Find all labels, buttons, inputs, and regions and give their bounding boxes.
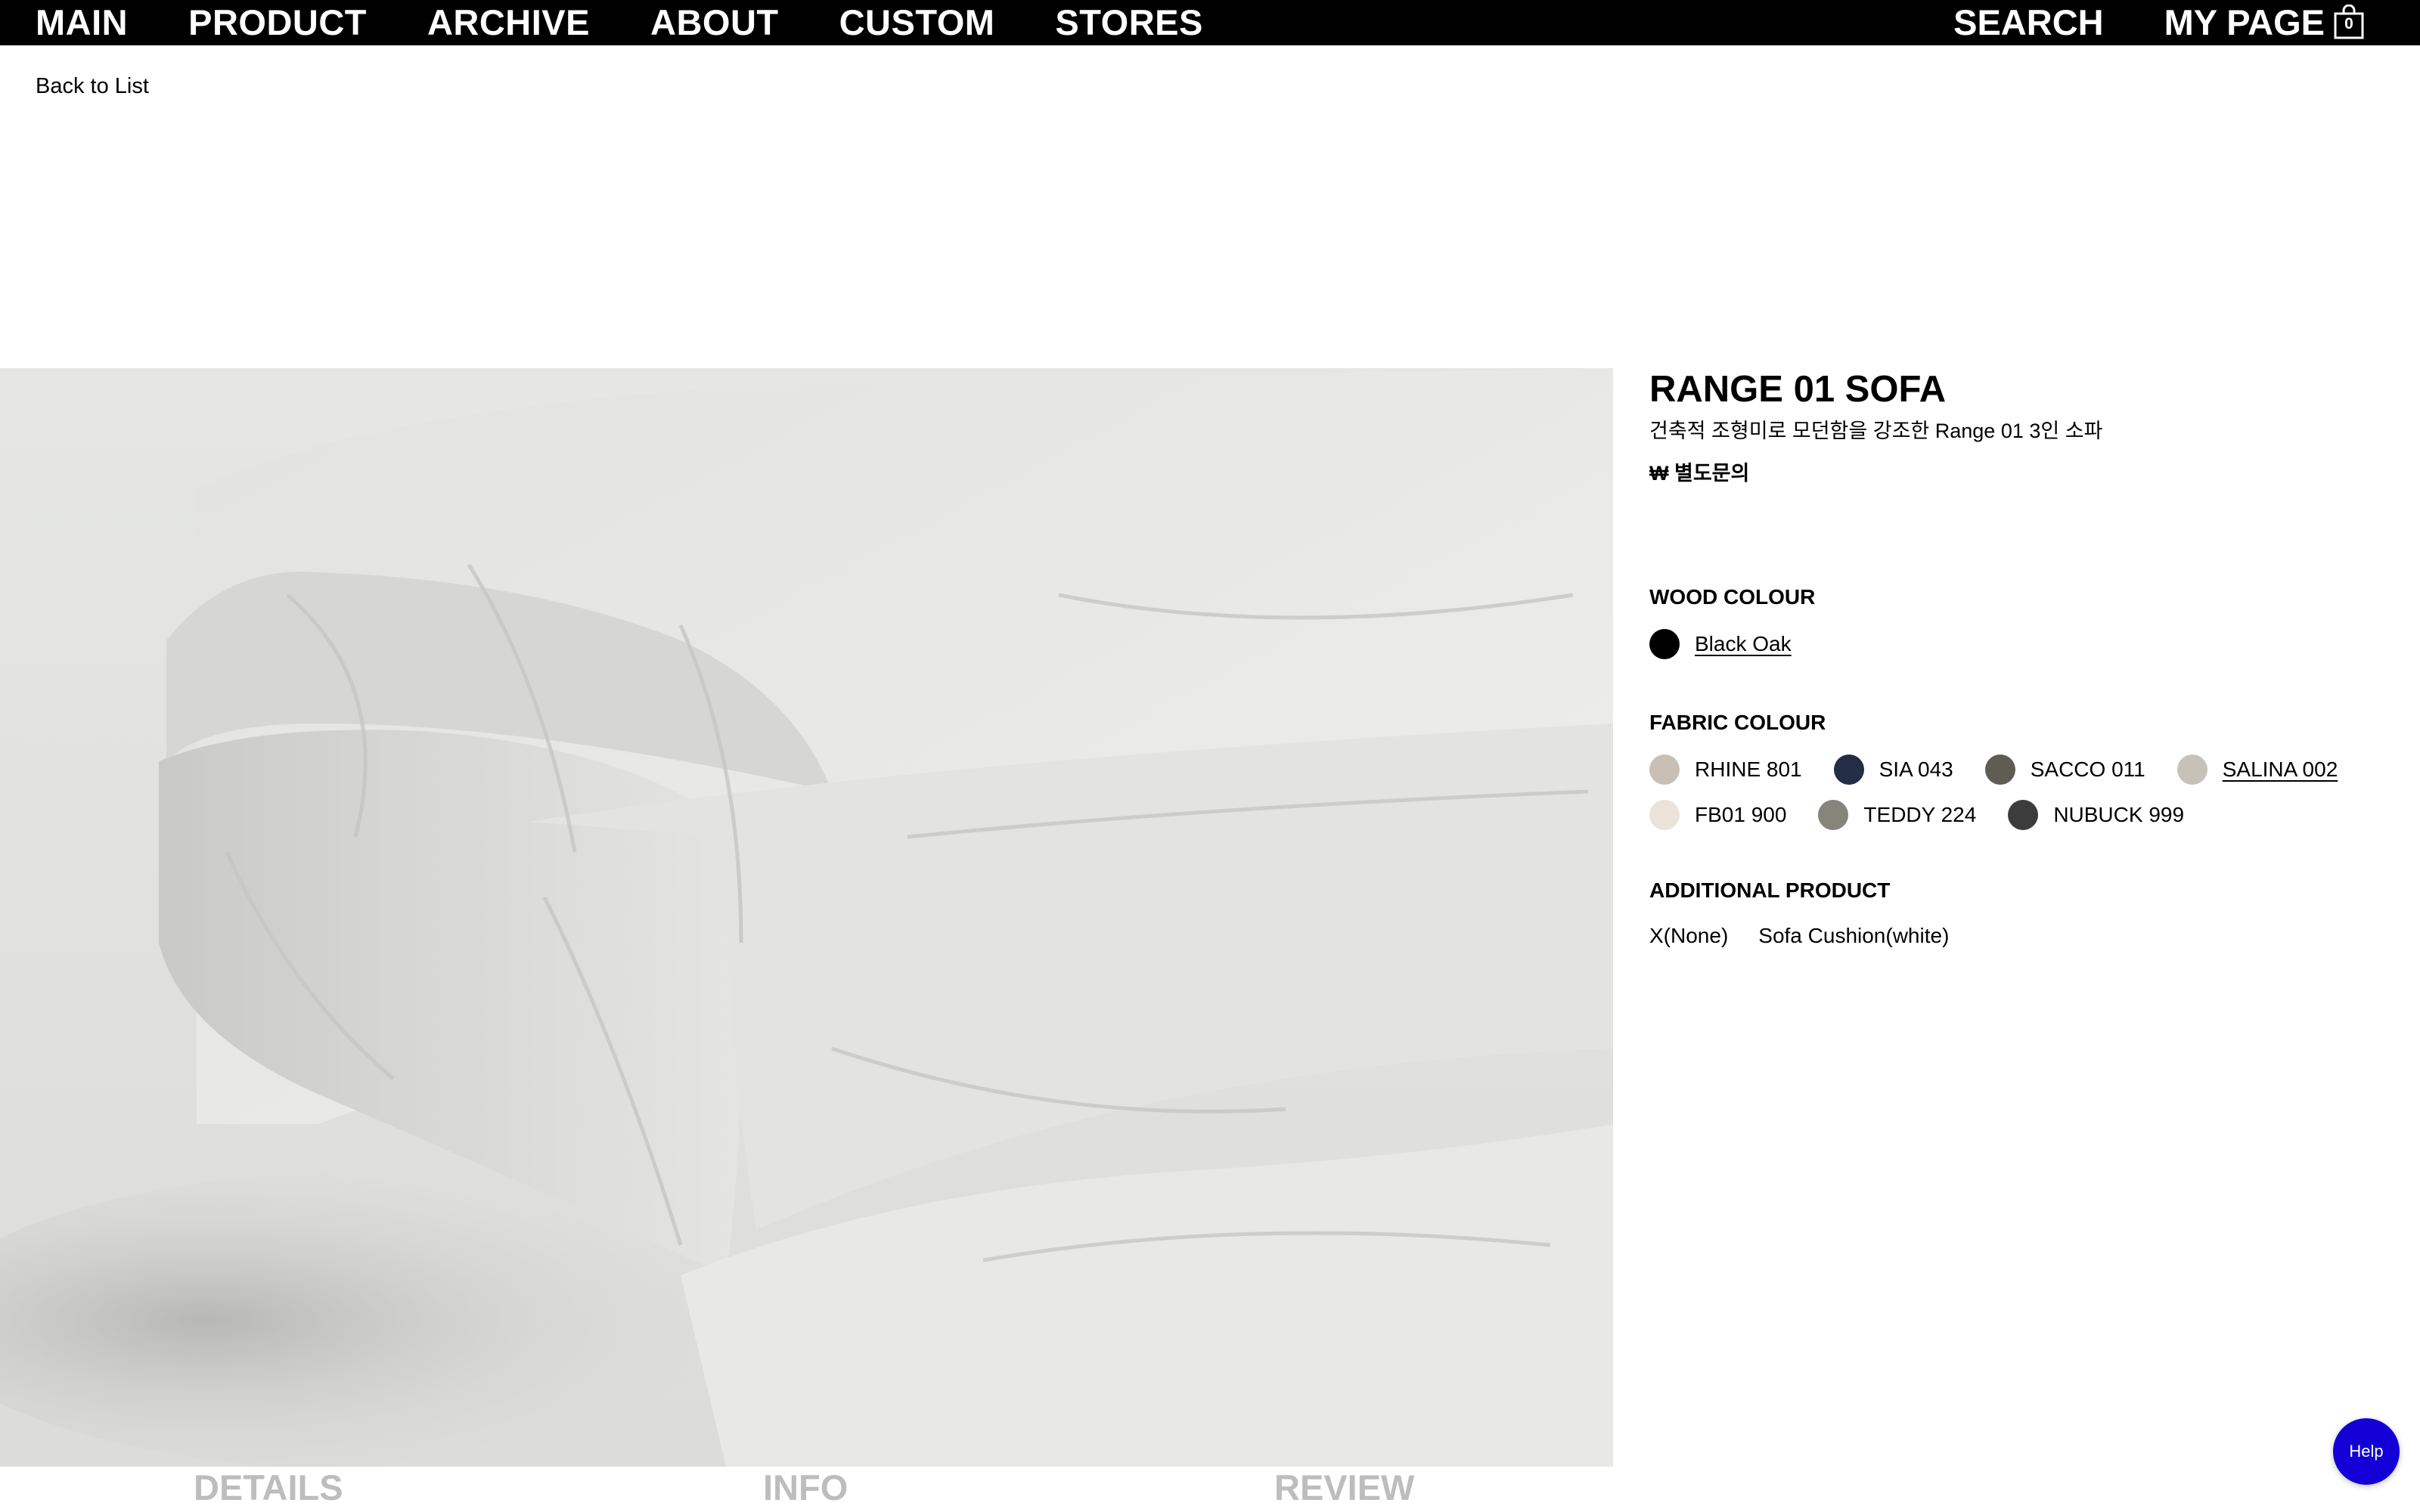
nav-my-page[interactable]: MY PAGE <box>2164 0 2325 45</box>
fabric-option-sia-043[interactable]: SIA 043 <box>1833 754 1953 785</box>
swatch-nubuck-999 <box>2008 800 2039 830</box>
fabric-option-nubuck-999[interactable]: NUBUCK 999 <box>2008 800 2184 830</box>
addon-none[interactable]: X(None) <box>1649 921 1728 951</box>
product-info-panel: RANGE 01 SOFA 건축적 조형미로 모던함을 강조한 Range 01… <box>1649 368 2375 952</box>
swatch-teddy-224 <box>1818 800 1849 830</box>
swatch-salina-002 <box>2176 754 2207 785</box>
cart-count-badge: 0 <box>2344 15 2353 33</box>
fabric-option-fb01-900[interactable]: FB01 900 <box>1649 800 1786 830</box>
fabric-option-rhine-801[interactable]: RHINE 801 <box>1649 754 1802 785</box>
swatch-label: Black Oak <box>1695 632 1792 655</box>
fabric-option-salina-002[interactable]: SALINA 002 <box>2176 754 2338 785</box>
nav-main[interactable]: MAIN <box>36 0 128 45</box>
product-price: ₩ 별도문의 <box>1649 462 1750 485</box>
product-subtitle: 건축적 조형미로 모던함을 강조한 Range 01 3인 소파 <box>1649 420 2103 442</box>
product-title: RANGE 01 SOFA <box>1649 369 1947 410</box>
main-menu: MAIN PRODUCT ARCHIVE ABOUT CUSTOM STORES <box>36 0 1264 45</box>
help-button[interactable]: Help <box>2333 1418 2400 1485</box>
top-navigation: MAIN PRODUCT ARCHIVE ABOUT CUSTOM STORES… <box>0 0 2420 45</box>
additional-product-options: X(None) Sofa Cushion(white) <box>1649 920 2375 952</box>
sofa-photo <box>0 368 1613 1467</box>
wood-colour-options: Black Oak <box>1649 628 2375 660</box>
fabric-colour-row-1: RHINE 801 SIA 043 SACCO 011 SALINA 002 <box>1649 754 2375 785</box>
swatch-fb01-900 <box>1649 800 1680 830</box>
swatch-label: RHINE 801 <box>1695 758 1802 781</box>
fabric-option-teddy-224[interactable]: TEDDY 224 <box>1818 800 1976 830</box>
fabric-colour-row-2: FB01 900 TEDDY 224 NUBUCK 999 <box>1649 799 2375 831</box>
nav-search[interactable]: SEARCH <box>1953 0 2103 45</box>
wood-option-black-oak[interactable]: Black Oak <box>1649 629 1792 659</box>
product-image <box>0 368 1613 1467</box>
swatch-label: SACCO 011 <box>2030 758 2145 781</box>
swatch-black-oak <box>1649 629 1680 659</box>
nav-custom[interactable]: CUSTOM <box>839 0 995 45</box>
fabric-option-sacco-011[interactable]: SACCO 011 <box>1984 754 2145 785</box>
nav-product[interactable]: PRODUCT <box>188 0 367 45</box>
swatch-label: FB01 900 <box>1695 803 1787 826</box>
swatch-sacco-011 <box>1984 754 2015 785</box>
product-tabs: DETAILS INFO REVIEW <box>0 1463 1613 1512</box>
back-to-list-link[interactable]: Back to List <box>36 74 149 99</box>
swatch-sia-043 <box>1833 754 1864 785</box>
swatch-label: NUBUCK 999 <box>2053 803 2185 826</box>
swatch-label: SALINA 002 <box>2222 758 2338 781</box>
nav-archive[interactable]: ARCHIVE <box>427 0 590 45</box>
tab-review[interactable]: REVIEW <box>1274 1463 1414 1512</box>
cart-button[interactable]: 0 <box>2334 4 2364 39</box>
nav-about[interactable]: ABOUT <box>650 0 779 45</box>
tab-details[interactable]: DETAILS <box>194 1463 343 1512</box>
swatch-label: SIA 043 <box>1879 758 1953 781</box>
swatch-label: TEDDY 224 <box>1863 803 1977 826</box>
addon-sofa-cushion[interactable]: Sofa Cushion(white) <box>1758 921 1949 951</box>
nav-stores[interactable]: STORES <box>1055 0 1202 45</box>
additional-product-label: ADDITIONAL PRODUCT <box>1649 878 1891 902</box>
wood-colour-label: WOOD COLOUR <box>1649 585 1816 609</box>
fabric-colour-label: FABRIC COLOUR <box>1649 711 1826 734</box>
tab-info[interactable]: INFO <box>763 1463 848 1512</box>
swatch-rhine-801 <box>1649 754 1680 785</box>
